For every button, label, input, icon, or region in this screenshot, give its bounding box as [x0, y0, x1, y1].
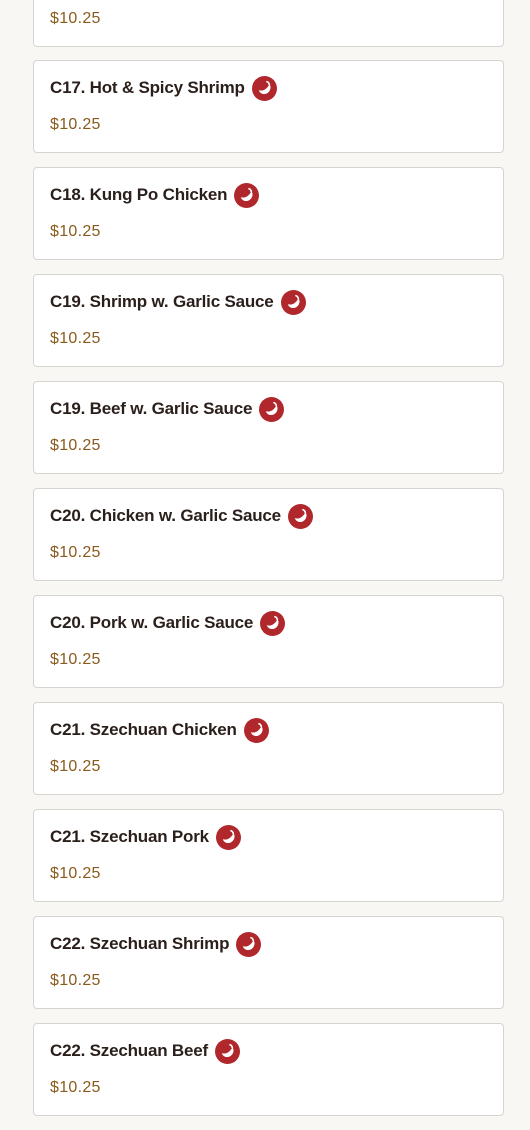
chili-pepper-icon: [214, 1038, 240, 1064]
menu-item-card[interactable]: C21. Szechuan Pork $10.25: [33, 809, 504, 902]
menu-item-price: $10.25: [50, 758, 101, 775]
menu-item-card[interactable]: $10.25: [33, 0, 504, 47]
menu-item-name: C22. Szechuan Beef: [50, 1041, 208, 1060]
menu-item-card[interactable]: C20. Pork w. Garlic Sauce $10.25: [33, 595, 504, 688]
menu-item-name: C20. Chicken w. Garlic Sauce: [50, 506, 281, 525]
menu-item-card[interactable]: C18. Kung Po Chicken $10.25: [33, 167, 504, 260]
menu-item-price: $10.25: [50, 972, 101, 989]
menu-item-price: $10.25: [50, 651, 101, 668]
menu-item-name: C21. Szechuan Chicken: [50, 720, 237, 739]
chili-pepper-icon: [251, 75, 277, 101]
chili-pepper-icon: [260, 610, 286, 636]
menu-item-price: $10.25: [50, 116, 101, 133]
menu-item-price: $10.25: [50, 10, 101, 27]
chili-pepper-icon: [259, 396, 285, 422]
menu-item-name: C21. Szechuan Pork: [50, 827, 209, 846]
menu-item-card[interactable]: C21. Szechuan Chicken $10.25: [33, 702, 504, 795]
menu-item-card[interactable]: C19. Shrimp w. Garlic Sauce $10.25: [33, 274, 504, 367]
chili-pepper-icon: [280, 289, 306, 315]
menu-item-name: C22. Szechuan Shrimp: [50, 934, 230, 953]
menu-item-price: $10.25: [50, 544, 101, 561]
menu-item-card[interactable]: C19. Beef w. Garlic Sauce $10.25: [33, 381, 504, 474]
chili-pepper-icon: [234, 182, 260, 208]
menu-item-price: $10.25: [50, 865, 101, 882]
menu-item-card[interactable]: C20. Chicken w. Garlic Sauce $10.25: [33, 488, 504, 581]
menu-item-list: $10.25 C17. Hot & Spicy Shrimp $10.25 C1…: [0, 0, 530, 1130]
menu-item-price: $10.25: [50, 330, 101, 347]
menu-item-card[interactable]: C22. Szechuan Shrimp $10.25: [33, 916, 504, 1009]
chili-pepper-icon: [243, 717, 269, 743]
menu-item-name: C20. Pork w. Garlic Sauce: [50, 613, 254, 632]
menu-item-card[interactable]: C22. Szechuan Beef $10.25: [33, 1023, 504, 1116]
chili-pepper-icon: [287, 503, 313, 529]
menu-item-name: C19. Beef w. Garlic Sauce: [50, 399, 253, 418]
menu-item-price: $10.25: [50, 437, 101, 454]
menu-item-name: C17. Hot & Spicy Shrimp: [50, 78, 245, 97]
chili-pepper-icon: [236, 931, 262, 957]
menu-item-name: C19. Shrimp w. Garlic Sauce: [50, 292, 274, 311]
menu-item-price: $10.25: [50, 1079, 101, 1096]
menu-item-card[interactable]: C17. Hot & Spicy Shrimp $10.25: [33, 60, 504, 153]
menu-item-price: $10.25: [50, 223, 101, 240]
chili-pepper-icon: [215, 824, 241, 850]
menu-item-name: C18. Kung Po Chicken: [50, 185, 228, 204]
